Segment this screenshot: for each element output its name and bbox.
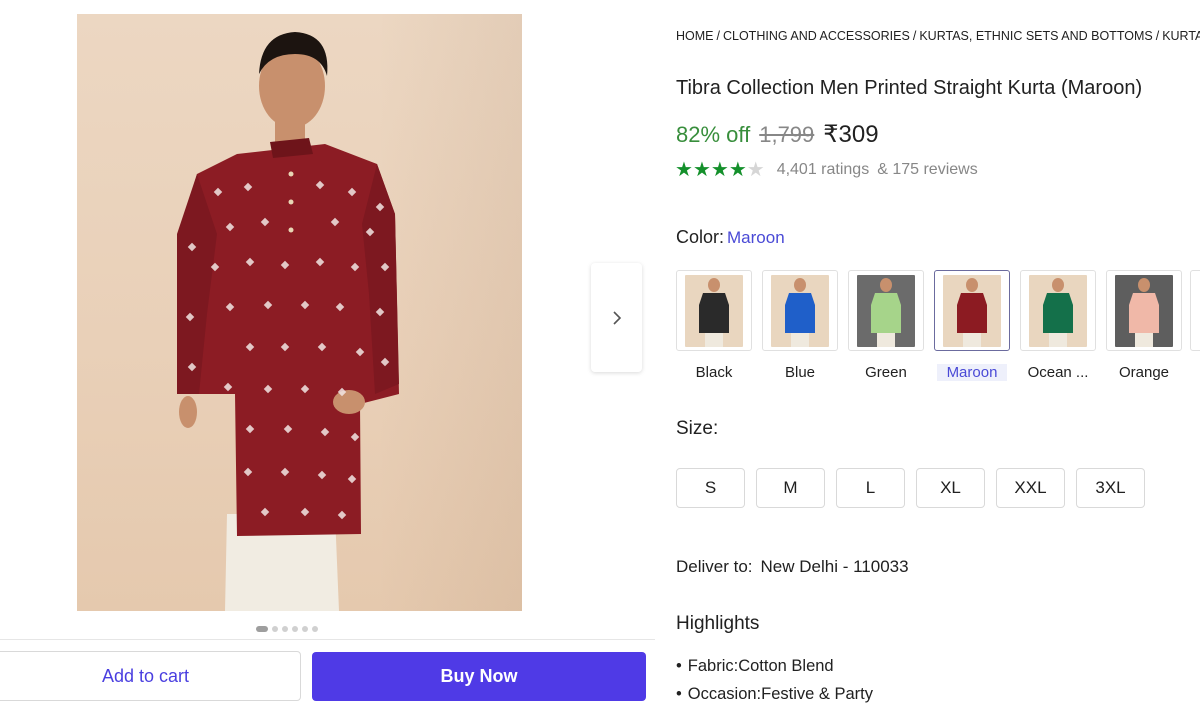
breadcrumb-kurtas-sets[interactable]: KURTAS, ETHNIC SETS AND BOTTOMS: [919, 29, 1152, 43]
breadcrumb: HOME / CLOTHING AND ACCESSORIES / KURTAS, ET…: [676, 29, 1200, 43]
pagination-dot[interactable]: [272, 626, 278, 632]
swatch-label: Ocean ...: [1027, 364, 1089, 381]
highlights-list: Fabric:Cotton Blend Occasion:Festive & P…: [676, 657, 873, 713]
star-icon: ★: [710, 159, 729, 181]
color-label: Color: Maroon: [676, 227, 785, 248]
breadcrumb-separator: /: [912, 29, 917, 43]
swatch-thumbnail: [848, 270, 924, 351]
swatch-thumbnail: [676, 270, 752, 351]
rating-stars: ★ ★ ★ ★ ★: [675, 160, 765, 180]
delivery-location: New Delhi - 110033: [760, 557, 909, 576]
delivery-info[interactable]: Deliver to: New Delhi - 110033: [676, 557, 909, 577]
pagination-dot[interactable]: [256, 626, 268, 632]
swatch-label: Green: [865, 364, 907, 381]
next-image-button[interactable]: [591, 263, 642, 372]
size-option-m[interactable]: M: [756, 468, 825, 508]
price-row: 82% off 1,799 ₹309: [676, 120, 879, 149]
color-swatch[interactable]: Ocean ...: [1020, 270, 1096, 381]
star-empty-icon: ★: [746, 159, 765, 181]
breadcrumb-separator: /: [716, 29, 720, 43]
swatch-image: [685, 274, 743, 347]
swatch-label: Blue: [784, 364, 816, 381]
color-label-text: Color:: [676, 227, 725, 247]
pagination-dot[interactable]: [292, 626, 298, 632]
color-swatch[interactable]: Black: [676, 270, 752, 381]
model-illustration: [177, 32, 399, 611]
color-swatch[interactable]: Green: [848, 270, 924, 381]
size-option-3xl[interactable]: 3XL: [1076, 468, 1145, 508]
size-option-xl[interactable]: XL: [916, 468, 985, 508]
deliver-label: Deliver to:: [676, 557, 753, 576]
buy-now-button[interactable]: Buy Now: [312, 652, 646, 701]
product-image[interactable]: [77, 14, 522, 611]
breadcrumb-separator: /: [1155, 29, 1160, 43]
star-icon: ★: [728, 159, 747, 181]
breadcrumb-home[interactable]: HOME: [676, 29, 714, 43]
color-swatch[interactable]: Orange: [1106, 270, 1182, 381]
swatch-thumbnail: [1020, 270, 1096, 351]
size-option-s[interactable]: S: [676, 468, 745, 508]
pagination-dot[interactable]: [312, 626, 318, 632]
breadcrumb-clothing[interactable]: CLOTHING AND ACCESSORIES: [723, 29, 910, 43]
product-title: Tibra Collection Men Printed Straight Ku…: [676, 77, 1143, 99]
swatch-image: [857, 274, 915, 347]
highlight-item: Fabric:Cotton Blend: [676, 657, 873, 685]
color-swatches: Black Blue Green Maroon Ocean ... Orange: [676, 270, 1182, 381]
highlights-title: Highlights: [676, 613, 760, 634]
color-swatch[interactable]: Maroon: [934, 270, 1010, 381]
divider: [0, 639, 655, 640]
swatch-label: Maroon: [937, 364, 1007, 381]
swatch-thumbnail: [762, 270, 838, 351]
pagination-dot[interactable]: [282, 626, 288, 632]
discount-label: 82% off: [676, 122, 751, 147]
highlight-item: Occasion:Festive & Party: [676, 685, 873, 713]
size-label: Size:: [676, 418, 719, 439]
swatch-image: [771, 274, 829, 347]
color-swatch-overflow[interactable]: [1190, 270, 1200, 351]
size-options: S M L XL XXL 3XL: [676, 468, 1145, 508]
star-icon: ★: [675, 159, 693, 181]
star-icon: ★: [692, 159, 711, 181]
breadcrumb-kurtas[interactable]: KURTAS: [1162, 29, 1200, 43]
add-to-cart-button[interactable]: Add to cart: [0, 651, 301, 701]
size-option-xxl[interactable]: XXL: [996, 468, 1065, 508]
swatch-thumbnail: [934, 270, 1010, 351]
selling-price: ₹309: [823, 121, 879, 148]
size-option-l[interactable]: L: [836, 468, 905, 508]
swatch-label: Black: [695, 364, 733, 381]
pagination-dot[interactable]: [302, 626, 308, 632]
reviews-count: & 175 reviews: [877, 161, 978, 178]
mrp-price: 1,799: [759, 122, 815, 147]
swatch-thumbnail: [1106, 270, 1182, 351]
swatch-image: [1115, 274, 1173, 347]
image-pagination: [256, 626, 318, 632]
swatch-image: [1029, 274, 1087, 347]
swatch-image: [943, 274, 1001, 347]
swatch-label: Orange: [1118, 364, 1170, 381]
color-swatch[interactable]: Blue: [762, 270, 838, 381]
chevron-right-icon: [612, 310, 621, 325]
selected-color: Maroon: [727, 228, 785, 247]
ratings-count: 4,401 ratings: [776, 161, 870, 178]
rating-row[interactable]: ★ ★ ★ ★ ★ 4,401 ratings & 175 reviews: [675, 160, 978, 180]
